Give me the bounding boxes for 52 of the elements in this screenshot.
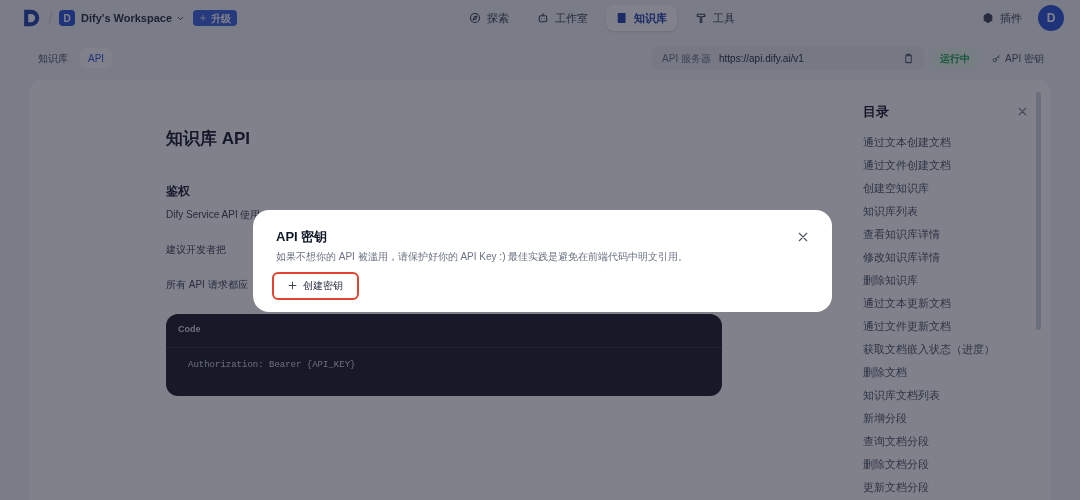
toc-link[interactable]: 获取文档嵌入状态（进度） <box>863 337 1028 361</box>
nav-tab[interactable]: 工具 <box>685 5 745 31</box>
toc-link[interactable]: 通过文件更新文档 <box>863 314 1028 338</box>
robot-icon <box>537 12 549 24</box>
paragraph: 所有 API 请求都应 <box>166 277 248 292</box>
toc-link[interactable]: 删除文档分段 <box>863 452 1028 476</box>
plus-icon <box>288 281 297 290</box>
paragraph: 建议开发者把 <box>166 242 226 257</box>
server-url: https://api.dify.ai/v1 <box>719 51 804 66</box>
nav-tab[interactable]: 探索 <box>459 5 519 31</box>
upgrade-button[interactable]: 升级 <box>193 10 238 26</box>
toc-title: 目录 <box>863 103 889 121</box>
create-key-button[interactable]: 创建密钥 <box>272 271 359 300</box>
section-heading: 鉴权 <box>166 182 191 200</box>
plugins-button[interactable]: 插件 <box>982 9 1022 27</box>
clipboard-icon <box>903 52 915 64</box>
close-icon <box>1017 106 1028 118</box>
toc-link[interactable]: 删除文档 <box>863 360 1028 384</box>
toc-link[interactable]: 查询文档分段 <box>863 429 1028 453</box>
book-icon <box>616 12 628 24</box>
toc-link[interactable]: 知识库列表 <box>863 199 1028 223</box>
toc-link[interactable]: 通过文本更新文档 <box>863 291 1028 315</box>
toc-link[interactable]: 查看知识库详情 <box>863 222 1028 246</box>
cube-icon <box>982 12 994 24</box>
plus-icon <box>199 14 208 22</box>
api-key-button[interactable]: API 密钥 <box>986 50 1050 66</box>
toc-link[interactable]: 创建空知识库 <box>863 176 1028 200</box>
toc-link[interactable]: 通过文本创建文档 <box>863 130 1028 154</box>
hammer-icon <box>695 12 707 24</box>
nav-tab[interactable]: 知识库 <box>606 5 677 31</box>
key-icon <box>992 53 1002 63</box>
page-title: 知识库 API <box>166 128 252 150</box>
code-text: Authorization: Bearer {API_KEY} <box>187 358 357 372</box>
close-icon <box>797 230 809 243</box>
close-button[interactable] <box>797 230 809 243</box>
dialog-title: API 密钥 <box>276 228 328 246</box>
toc-link[interactable]: 新增分段 <box>863 406 1028 430</box>
breadcrumb-tab[interactable]: API <box>80 48 113 68</box>
breadcrumb-tab[interactable]: 知识库 <box>30 48 76 68</box>
dialog-description: 如果不想你的 API 被滥用，请保护好你的 API Key :) 最佳实践是避免在前端代码中明文引用。 <box>276 249 690 264</box>
workspace-switcher[interactable]: Dify's Workspace <box>81 9 186 27</box>
toc-link[interactable]: 删除知识库 <box>863 268 1028 292</box>
toc-link[interactable]: 知识库文档列表 <box>863 383 1028 407</box>
toc-link[interactable]: 通过文件创建文档 <box>863 153 1028 177</box>
nav-tab[interactable]: 工作室 <box>527 5 598 31</box>
toc-link[interactable]: 修改知识库详情 <box>863 245 1028 269</box>
workspace-avatar: D <box>59 10 75 26</box>
compass-icon <box>469 12 481 24</box>
user-avatar[interactable]: D <box>1038 5 1064 31</box>
status-badge: 运行中 <box>932 48 979 68</box>
code-header: Code <box>178 323 201 337</box>
toc-link[interactable]: 更新文档分段 <box>863 475 1028 499</box>
